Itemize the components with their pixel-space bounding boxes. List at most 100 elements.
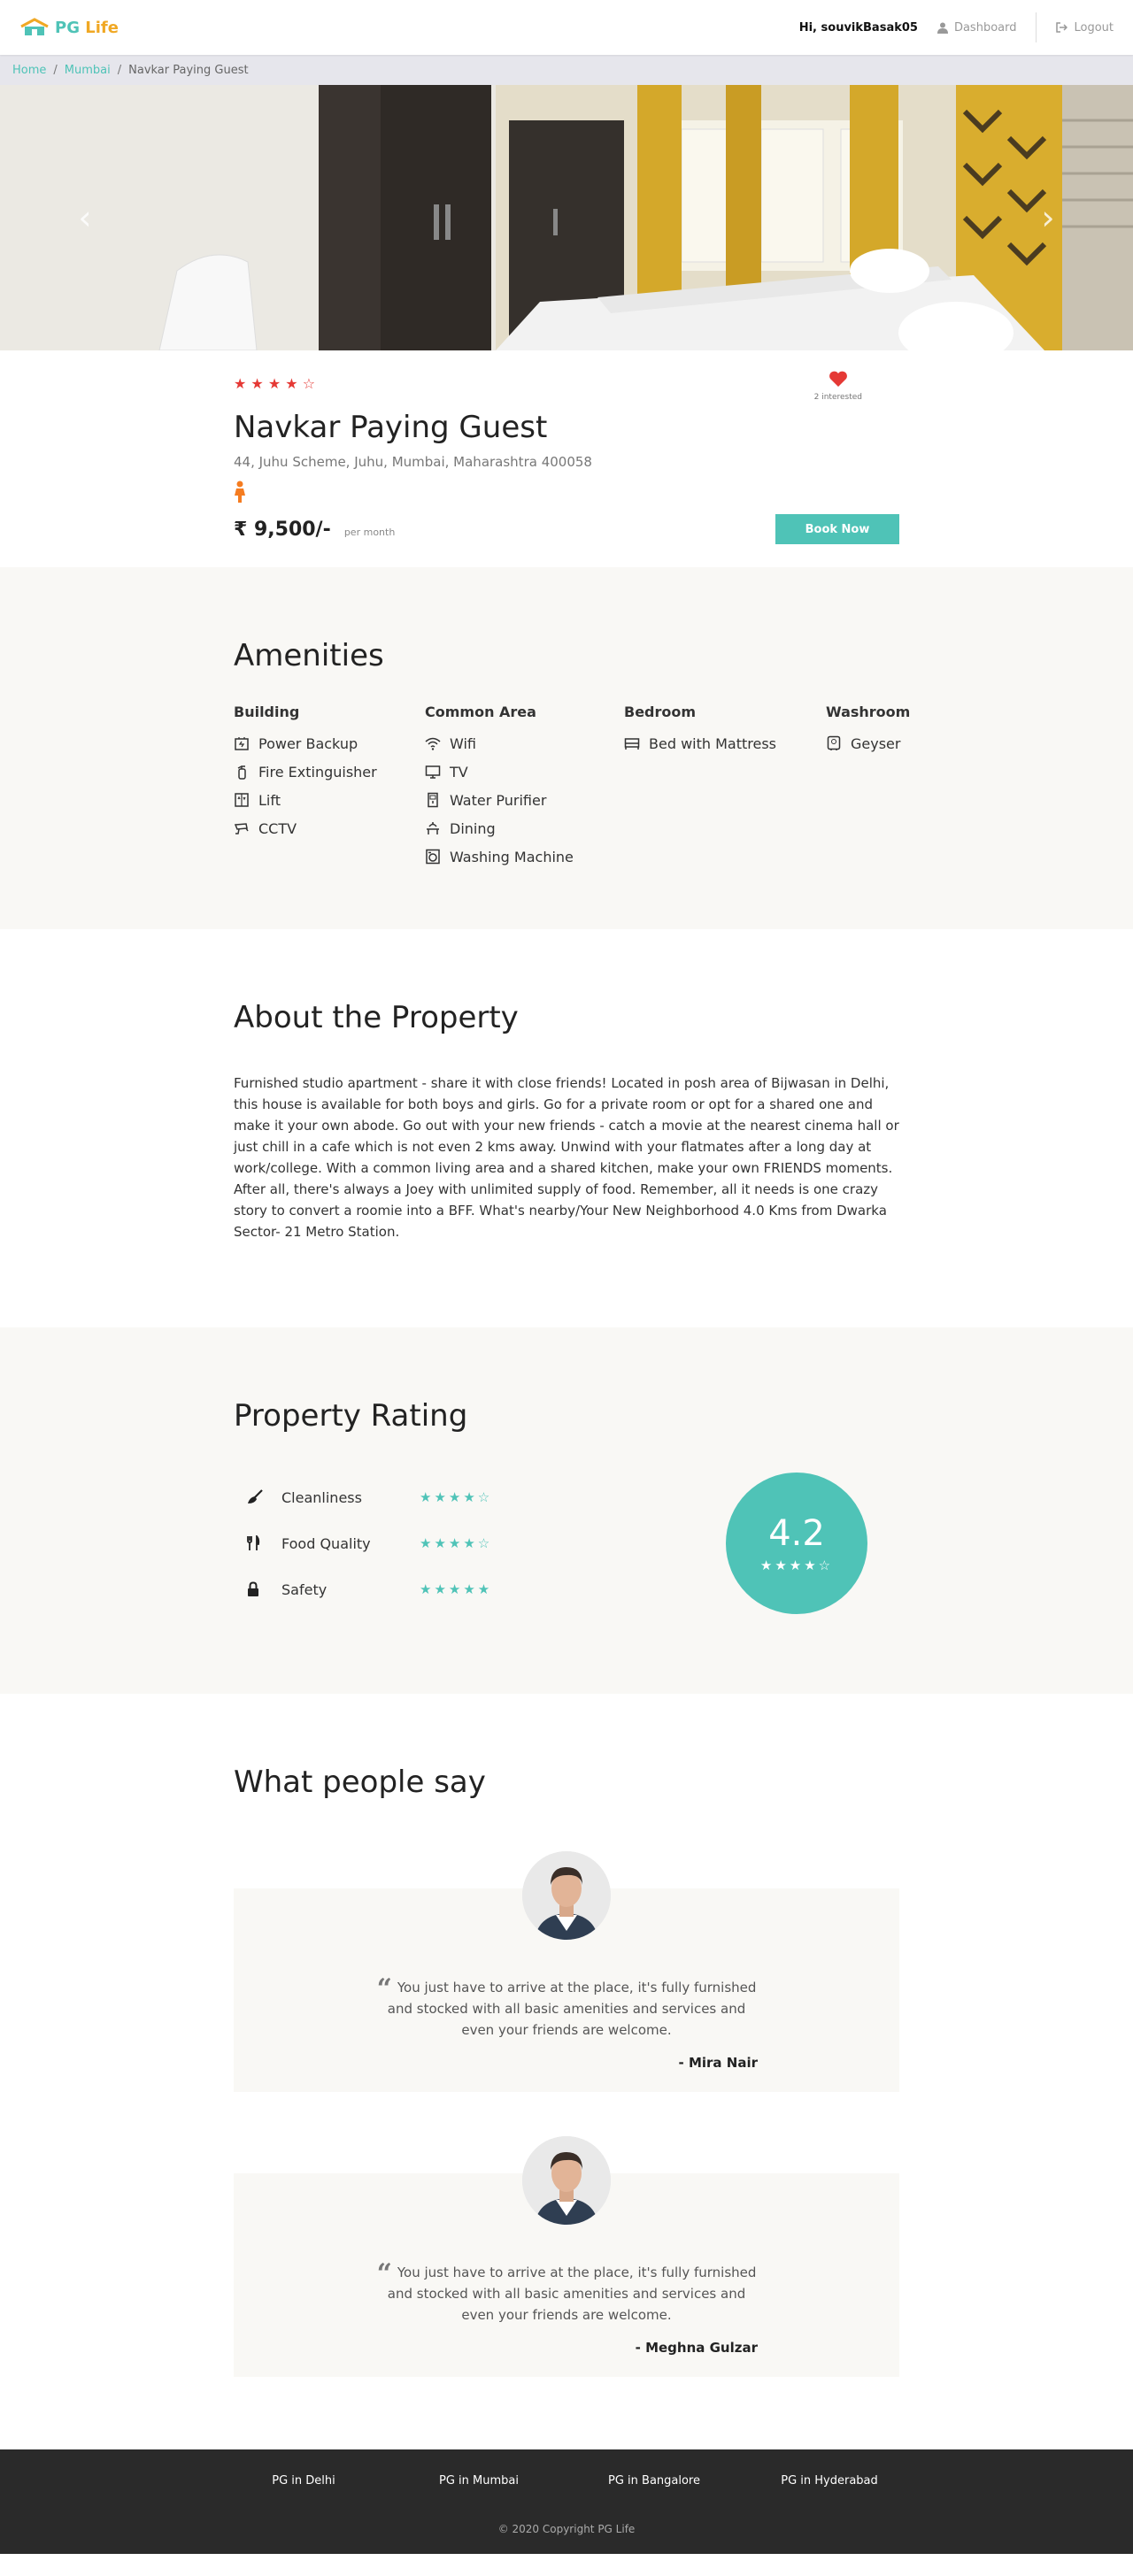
breadcrumb-current: Navkar Paying Guest — [128, 63, 249, 77]
testimonial-author: - Meghna Gulzar — [635, 2340, 758, 2356]
amenity-label: Bed with Mattress — [649, 734, 776, 752]
amenity-label: Wifi — [450, 734, 476, 752]
carousel-next-button[interactable]: › — [1030, 198, 1066, 237]
amenity-group-common-area: Common Area Wifi TV Water Purifier Dinin… — [425, 704, 624, 871]
rating-label: Cleanliness — [281, 1488, 362, 1506]
testimonial-quote: “You just have to arrive at the place, i… — [376, 1973, 757, 2039]
about-text: Furnished studio apartment - share it wi… — [234, 1075, 899, 1240]
footer-links: PG in Delhi PG in Mumbai PG in Bangalore… — [0, 2474, 1133, 2488]
overall-rating-value: 4.2 — [768, 1513, 825, 1554]
property-stars: ★ ★ ★ ★ ☆ — [234, 375, 316, 392]
testimonials-section: What people say “You just have to arrive… — [0, 1694, 1133, 2449]
interest-toggle[interactable]: 2 interested — [814, 370, 862, 402]
avatar — [522, 2136, 611, 2225]
amenity-item: Washing Machine — [425, 842, 624, 871]
rating-title: Property Rating — [234, 1398, 468, 1434]
breadcrumb-city[interactable]: Mumbai — [65, 64, 111, 77]
logout-label: Logout — [1074, 20, 1114, 35]
dining-icon — [427, 822, 439, 834]
interested-count: 2 interested — [813, 393, 862, 402]
dashboard-label: Dashboard — [953, 20, 1017, 35]
overall-rating-stars: ★★★★☆ — [759, 1557, 834, 1573]
carousel-prev-button[interactable]: ‹ — [67, 198, 103, 237]
amenity-item: Lift — [234, 786, 425, 814]
logo[interactable]: PG Life — [19, 18, 119, 37]
footer-link-mumbai[interactable]: PG in Mumbai — [391, 2474, 566, 2488]
amenity-group-heading: Building — [234, 704, 300, 720]
broom-icon — [246, 1489, 273, 1505]
rating-body: Cleanliness ★★★★☆ Food Quality ★★★★☆ Saf… — [234, 1473, 899, 1614]
rating-row-cleanliness: Cleanliness ★★★★☆ — [246, 1474, 492, 1520]
wifi-icon — [425, 737, 441, 750]
lift-icon — [235, 793, 249, 807]
site-header: PG Life Hi, souvikBasak05 Dashboard Logo… — [0, 0, 1133, 55]
logo-text: PG Life — [55, 18, 119, 37]
price-unit: per month — [343, 526, 396, 538]
amenity-group-heading: Washroom — [826, 704, 911, 720]
avatar — [522, 1851, 611, 1940]
amenity-group-washroom: Washroom Geyser — [826, 704, 911, 871]
breadcrumb-separator: / — [117, 63, 122, 77]
quote-icon: “ — [376, 2258, 392, 2289]
footer-link-delhi[interactable]: PG in Delhi — [216, 2474, 391, 2488]
amenity-item: Fire Extinguisher — [234, 757, 425, 786]
lock-icon — [246, 1581, 273, 1597]
amenity-item: Water Purifier — [425, 786, 624, 814]
about-title: About the Property — [234, 1000, 519, 1035]
breadcrumb: Home / Mumbai / Navkar Paying Guest — [0, 55, 1133, 85]
amenity-label: TV — [450, 763, 468, 780]
breadcrumb-home[interactable]: Home — [12, 64, 46, 77]
amenity-label: Geyser — [851, 734, 901, 752]
washing-machine-icon — [426, 849, 440, 865]
footer-link-hyderabad[interactable]: PG in Hyderabad — [742, 2474, 917, 2488]
testimonial-author: - Mira Nair — [678, 2055, 758, 2071]
property-name: Navkar Paying Guest — [234, 410, 548, 445]
dashboard-link[interactable]: Dashboard — [936, 20, 1017, 35]
quote-icon: “ — [376, 1973, 392, 2004]
amenity-label: Lift — [258, 791, 281, 809]
testimonial-card: “You just have to arrive at the place, i… — [234, 2136, 899, 2377]
amenity-label: Water Purifier — [450, 791, 547, 809]
property-image-carousel[interactable]: ‹ › — [0, 85, 1133, 350]
amenity-item: TV — [425, 757, 624, 786]
rating-row-safety: Safety ★★★★★ — [246, 1566, 492, 1612]
rating-stars: ★★★★★ — [420, 1581, 493, 1597]
rating-label: Food Quality — [281, 1534, 371, 1552]
amenity-item: Power Backup — [234, 729, 425, 757]
amenity-item: Dining — [425, 814, 624, 842]
geyser-icon — [827, 735, 841, 750]
rating-section: Property Rating Cleanliness ★★★★☆ Food Q… — [0, 1327, 1133, 1694]
logout-link[interactable]: Logout — [1056, 21, 1114, 35]
top-nav: Hi, souvikBasak05 Dashboard Logout — [799, 12, 1114, 42]
amenity-item: Geyser — [826, 729, 901, 757]
bed-icon — [624, 738, 640, 750]
nav-divider — [1036, 12, 1037, 42]
amenity-label: Washing Machine — [450, 848, 574, 865]
property-summary: ★ ★ ★ ★ ☆ 2 interested Navkar Paying Gue… — [234, 350, 899, 567]
testimonial-quote: “You just have to arrive at the place, i… — [376, 2258, 757, 2324]
water-purifier-icon — [428, 792, 438, 808]
price-row: ₹ 9,500/- per month Book Now — [234, 514, 899, 544]
overall-rating-circle: 4.2 ★★★★☆ — [726, 1473, 867, 1614]
amenity-label: Fire Extinguisher — [258, 763, 377, 780]
amenity-group-heading: Bedroom — [624, 704, 697, 720]
book-now-button[interactable]: Book Now — [775, 514, 899, 544]
footer-link-bangalore[interactable]: PG in Bangalore — [566, 2474, 742, 2488]
amenity-item: Wifi — [425, 729, 624, 757]
breadcrumb-separator: / — [53, 63, 58, 77]
amenity-group-bedroom: Bedroom Bed with Mattress — [624, 704, 826, 871]
rating-stars: ★★★★☆ — [420, 1489, 493, 1505]
amenity-group-building: Building Power Backup Fire Extinguisher … — [234, 704, 425, 871]
testimonials-title: What people say — [234, 1765, 486, 1800]
tv-icon — [425, 765, 441, 779]
heart-icon — [829, 371, 847, 387]
cctv-icon — [234, 823, 249, 834]
rating-row-food-quality: Food Quality ★★★★☆ — [246, 1520, 492, 1566]
property-price: ₹ 9,500/- — [234, 518, 331, 541]
copyright: © 2020 Copyright PG Life — [497, 2523, 636, 2535]
amenity-item: Bed with Mattress — [624, 729, 826, 757]
user-icon — [936, 22, 948, 34]
house-logo-icon — [20, 18, 49, 35]
amenity-label: CCTV — [258, 819, 297, 837]
amenities-grid: Building Power Backup Fire Extinguisher … — [234, 704, 911, 871]
